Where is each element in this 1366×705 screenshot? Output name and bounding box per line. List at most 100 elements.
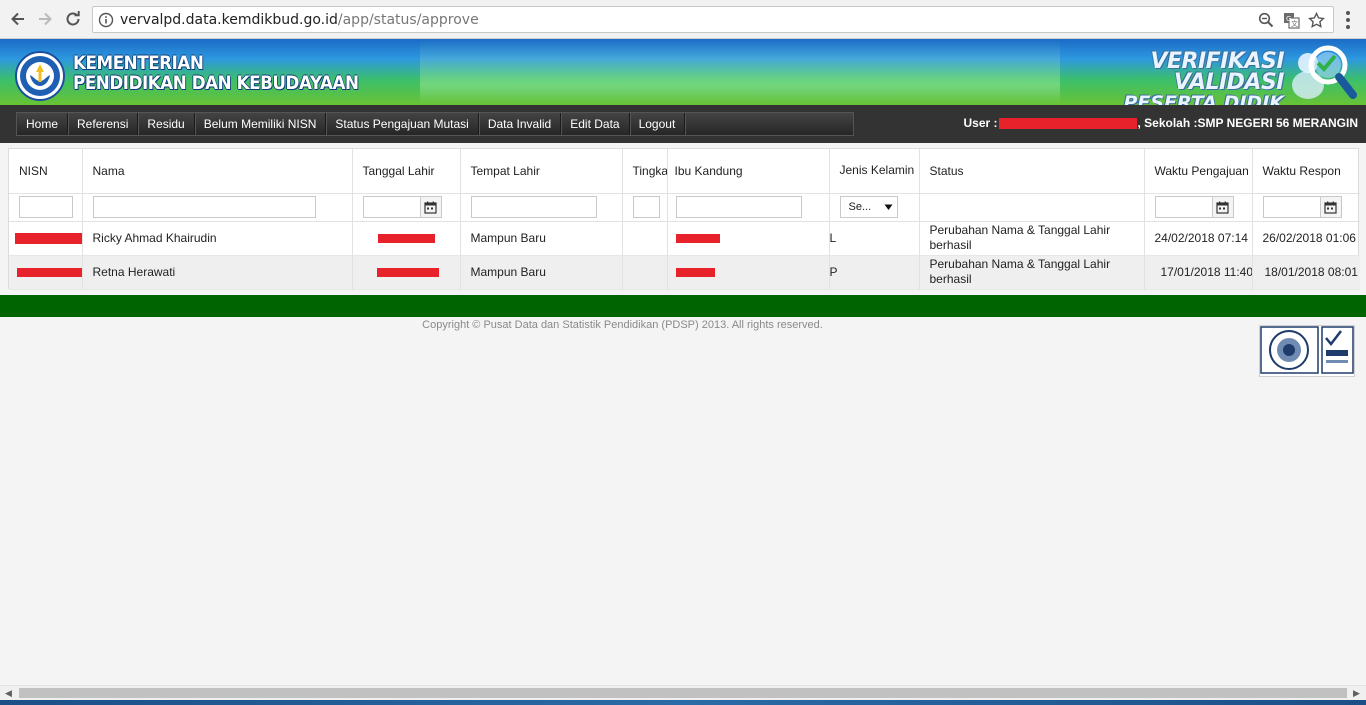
cell-nama: Ricky Ahmad Khairudin [82, 221, 353, 255]
tempat-lahir-filter-input[interactable] [470, 196, 597, 218]
scroll-right-arrow-icon[interactable]: ▶ [1353, 688, 1360, 698]
cell-waktu-respon: 18/01/2018 08:01 [1264, 265, 1358, 279]
footer-bar [0, 295, 1366, 317]
cell-waktu-pengajuan: 17/01/2018 11:40 [1144, 255, 1253, 289]
tanggal-lahir-filter [362, 196, 442, 218]
table-row[interactable]: Ricky Ahmad Khairudin Mampun Baru L Peru… [9, 221, 1360, 255]
column-header-waktu-respon[interactable]: Waktu Respon [1252, 149, 1360, 193]
column-header-jenis-kelamin[interactable]: Jenis Kelamin [829, 149, 920, 193]
zoom-icon[interactable] [1257, 11, 1275, 29]
cell-status: Perubahan Nama & Tanggal Lahir berhasil [919, 255, 1145, 289]
menu-item-logout[interactable]: Logout [630, 113, 686, 135]
redacted-nisn [15, 233, 81, 245]
url-host: vervalpd.data.kemdikbud.go.id [120, 12, 338, 28]
url-path: /app/status/approve [337, 12, 479, 28]
reload-button[interactable] [62, 8, 84, 30]
redacted-ibu-kandung [675, 268, 715, 278]
user-label: User : [963, 116, 998, 130]
svg-text:文: 文 [1291, 19, 1298, 28]
column-header-status[interactable]: Status [919, 149, 1145, 193]
jenis-kelamin-filter-value: Se... [848, 201, 872, 213]
table-row[interactable]: Retna Herawati Mampun Baru P Perubahan N… [9, 255, 1360, 289]
column-header-nama[interactable]: Nama [82, 149, 353, 193]
ministry-title: KEMENTERIAN PENDIDIKAN DAN KEBUDAYAAN [73, 53, 359, 93]
redacted-tanggal-lahir [377, 234, 435, 244]
tanggal-lahir-filter-input[interactable] [362, 196, 421, 218]
menu-item-referensi[interactable]: Referensi [68, 113, 139, 135]
url-text[interactable]: vervalpd.data.kemdikbud.go.id/app/status… [120, 12, 479, 28]
reload-icon [66, 11, 80, 26]
waktu-respon-filter-input[interactable] [1262, 196, 1321, 218]
translate-icon[interactable]: G文 [1282, 11, 1300, 29]
cell-tingkat [622, 221, 668, 255]
nisn-filter-input[interactable] [19, 196, 73, 218]
filter-row: Se... [9, 193, 1360, 221]
ministry-title-line2: PENDIDIKAN DAN KEBUDAYAAN [73, 72, 359, 94]
tingkat-filter-input[interactable] [632, 196, 660, 218]
scrollbar-thumb[interactable] [19, 688, 1347, 698]
tut-wuri-handayani-logo [15, 51, 65, 101]
redacted-username [998, 117, 1137, 129]
waktu-pengajuan-filter [1154, 196, 1234, 218]
address-bar[interactable]: vervalpd.data.kemdikbud.go.id/app/status… [92, 6, 1334, 33]
menu-item-data-invalid[interactable]: Data Invalid [479, 113, 562, 135]
ibu-kandung-filter-input[interactable] [675, 196, 802, 218]
menu-item-edit-data[interactable]: Edit Data [561, 113, 630, 135]
menu-item-residu[interactable]: Residu [138, 113, 195, 135]
user-info: User : , Sekolah :SMP NEGERI 56 MERANGIN [963, 116, 1358, 130]
verification-magnifier-icon [1278, 41, 1360, 105]
waktu-pengajuan-filter-input[interactable] [1154, 196, 1213, 218]
cell-jenis-kelamin: P [829, 255, 920, 289]
jenis-kelamin-filter-select[interactable]: Se... [839, 196, 898, 218]
column-header-nisn[interactable]: NISN [9, 149, 83, 193]
tanggal-lahir-calendar-button[interactable] [420, 196, 442, 218]
app-brand-line1: VERIFIKASI VALIDASI [1150, 49, 1285, 95]
more-vert-icon [1346, 11, 1350, 29]
table-header-row: NISN Nama Tanggal Lahir Tempat Lahir Tin… [9, 149, 1360, 193]
menu-item-home[interactable]: Home [17, 113, 69, 135]
menu-item-belum-memiliki-nisn[interactable]: Belum Memiliki NISN [195, 113, 327, 135]
column-header-tingkat[interactable]: Tingkat [622, 149, 668, 193]
column-header-tanggal-lahir[interactable]: Tanggal Lahir [352, 149, 461, 193]
cell-nama: Retna Herawati [82, 255, 353, 289]
cell-tempat-lahir: Mampun Baru [460, 221, 623, 255]
menu-item-status-pengajuan-mutasi[interactable]: Status Pengajuan Mutasi [326, 113, 479, 135]
column-header-tempat-lahir[interactable]: Tempat Lahir [460, 149, 623, 193]
calendar-icon [1324, 201, 1337, 214]
cell-status: Perubahan Nama & Tanggal Lahir berhasil [919, 221, 1145, 255]
arrow-right-icon [39, 12, 52, 26]
cell-jenis-kelamin: L [829, 221, 920, 255]
app-brand-line2: PESERTA DIDIK [1123, 92, 1284, 106]
column-header-ibu-kandung[interactable]: Ibu Kandung [667, 149, 830, 193]
cell-waktu-pengajuan: 24/02/2018 07:14 [1144, 221, 1253, 255]
back-button[interactable] [7, 8, 29, 30]
certification-badge [1259, 325, 1355, 377]
browser-menu-button[interactable] [1340, 9, 1356, 31]
status-grid: NISN Nama Tanggal Lahir Tempat Lahir Tin… [8, 148, 1360, 290]
arrow-left-icon [11, 12, 24, 26]
waktu-respon-calendar-button[interactable] [1320, 196, 1342, 218]
info-icon[interactable] [98, 12, 114, 31]
dropdown-arrow-icon [884, 204, 892, 210]
ministry-emblem-icon [20, 56, 60, 96]
calendar-icon [424, 201, 437, 214]
copyright-text: Copyright © Pusat Data dan Statistik Pen… [422, 319, 823, 331]
bookmark-star-icon[interactable] [1307, 11, 1325, 29]
forward-button[interactable] [34, 8, 56, 30]
waktu-pengajuan-calendar-button[interactable] [1212, 196, 1234, 218]
site-header: KEMENTERIAN PENDIDIKAN DAN KEBUDAYAAN VE… [0, 39, 1366, 105]
column-header-waktu-pengajuan[interactable]: Waktu Pengajuan [1144, 149, 1253, 193]
status-filter-empty [919, 193, 1145, 221]
cell-tingkat [622, 255, 668, 289]
horizontal-scrollbar[interactable]: ◀ ▶ [0, 685, 1366, 700]
scroll-left-arrow-icon[interactable]: ◀ [5, 688, 12, 698]
cell-waktu-respon: 26/02/2018 01:06 [1262, 231, 1356, 245]
calendar-icon [1216, 201, 1229, 214]
school-label: , Sekolah :SMP NEGERI 56 MERANGIN [1137, 116, 1359, 130]
nama-filter-input[interactable] [92, 196, 316, 218]
redacted-ibu-kandung [675, 234, 720, 244]
status-table: NISN Nama Tanggal Lahir Tempat Lahir Tin… [9, 149, 1360, 290]
app-brand: VERIFIKASI VALIDASI PESERTA DIDIK [1066, 49, 1285, 106]
main-navigation: Home Referensi Residu Belum Memiliki NIS… [0, 105, 1366, 143]
menu-bar: Home Referensi Residu Belum Memiliki NIS… [16, 112, 854, 136]
